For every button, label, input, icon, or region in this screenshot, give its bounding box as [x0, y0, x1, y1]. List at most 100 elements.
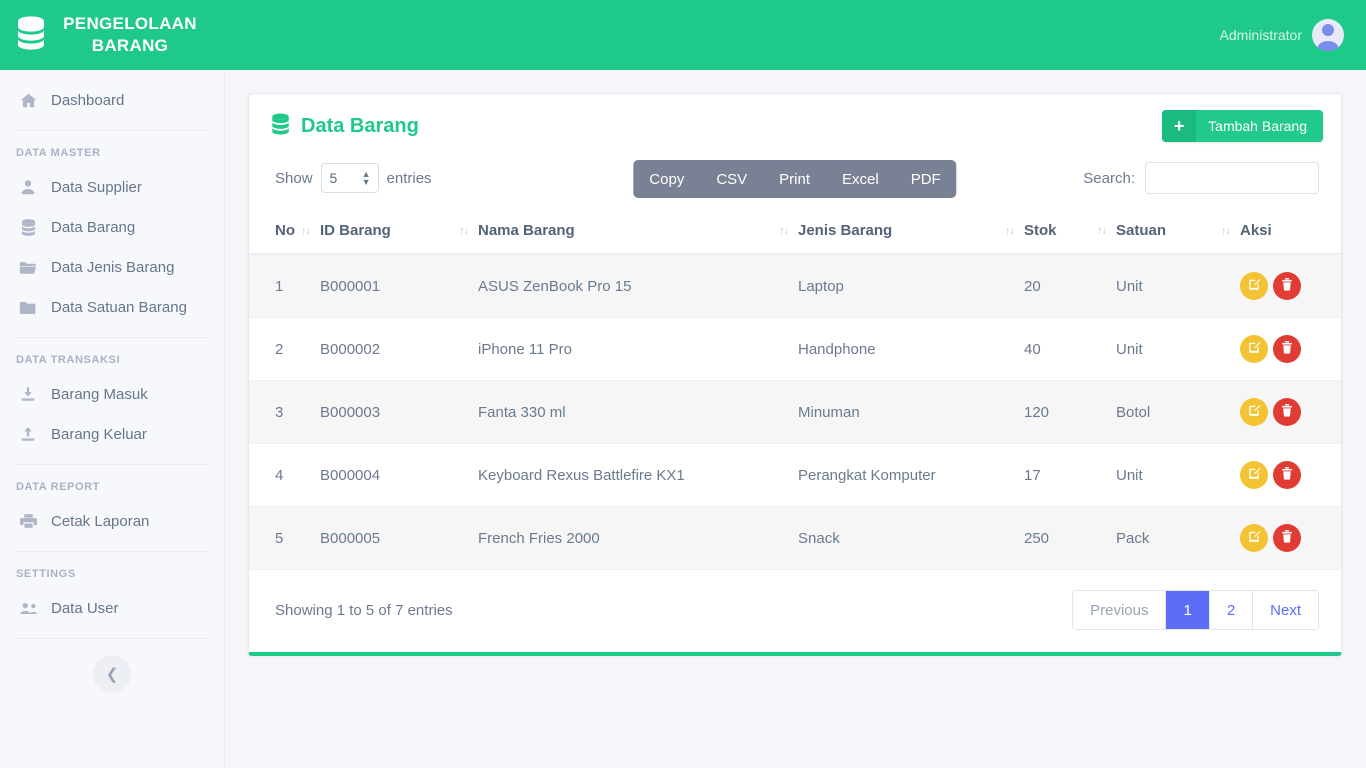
sort-updown-icon: ↑↓	[1005, 224, 1015, 237]
delete-row-button[interactable]	[1273, 461, 1301, 489]
cell-no: 3	[249, 380, 320, 444]
edit-pencil-icon	[1248, 467, 1261, 483]
edit-row-button[interactable]	[1240, 461, 1268, 489]
sidebar-item-label: Data Jenis Barang	[51, 258, 175, 276]
edit-row-button[interactable]	[1240, 524, 1268, 552]
cell-satuan: Pack	[1116, 506, 1240, 570]
page-length-control: Show 5 ▲ ▼ entries	[275, 163, 432, 193]
users-icon	[18, 601, 38, 616]
user-menu[interactable]: Administrator	[1220, 19, 1366, 51]
delete-row-button[interactable]	[1273, 335, 1301, 363]
pagination-next[interactable]: Next	[1253, 591, 1318, 629]
folder-icon	[18, 300, 38, 315]
cell-stok: 17	[1024, 443, 1116, 507]
cell-no: 1	[249, 254, 320, 318]
user-avatar-icon[interactable]	[1312, 19, 1344, 51]
cell-nama-barang: Fanta 330 ml	[478, 380, 798, 444]
sidebar-heading-settings: SETTINGS	[16, 568, 76, 580]
edit-row-button[interactable]	[1240, 398, 1268, 426]
open-folder-icon	[18, 260, 38, 275]
cell-satuan: Unit	[1116, 443, 1240, 507]
sidebar-collapse-button[interactable]: ❮	[93, 655, 131, 693]
sidebar-item-label: Barang Masuk	[51, 385, 148, 403]
database-icon	[271, 112, 290, 140]
delete-row-button[interactable]	[1273, 524, 1301, 552]
brand-title-line2: BARANG	[91, 36, 169, 55]
edit-pencil-icon	[1248, 530, 1261, 546]
sidebar-item-barang-masuk[interactable]: Barang Masuk	[0, 374, 224, 414]
sort-updown-icon: ↑↓	[459, 224, 469, 237]
brand-logo[interactable]: PENGELOLAAN BARANG	[0, 13, 225, 57]
entries-label: entries	[386, 169, 432, 187]
edit-pencil-icon	[1248, 404, 1261, 420]
cell-no: 5	[249, 506, 320, 570]
table-row: 1 B000001 ASUS ZenBook Pro 15 Laptop 20 …	[249, 254, 1341, 318]
cell-id-barang: B000002	[320, 317, 478, 381]
cell-stok: 40	[1024, 317, 1116, 381]
pagination-previous[interactable]: Previous	[1073, 591, 1167, 629]
column-header-satuan[interactable]: Satuan ↑↓	[1116, 208, 1240, 255]
column-header-id-barang[interactable]: ID Barang ↑↓	[320, 208, 478, 255]
sidebar-item-data-user[interactable]: Data User	[0, 588, 224, 628]
column-header-no[interactable]: No ↑↓	[249, 208, 320, 255]
edit-row-button[interactable]	[1240, 272, 1268, 300]
cell-id-barang: B000005	[320, 506, 478, 570]
pdf-button[interactable]: PDF	[895, 160, 957, 198]
column-header-stok[interactable]: Stok ↑↓	[1024, 208, 1116, 255]
table-row: 5 B000005 French Fries 2000 Snack 250 Pa…	[249, 506, 1341, 570]
sidebar-item-cetak-laporan[interactable]: Cetak Laporan	[0, 501, 224, 541]
table-row: 3 B000003 Fanta 330 ml Minuman 120 Botol	[249, 380, 1341, 444]
cell-stok: 120	[1024, 380, 1116, 444]
pagination-page-2[interactable]: 2	[1209, 591, 1254, 629]
cell-no: 4	[249, 443, 320, 507]
main-content-area: Data Barang + Tambah Barang Show 5 ▲ ▼ en…	[225, 70, 1366, 768]
sidebar-heading-data-report: DATA REPORT	[16, 481, 101, 493]
card-title-group: Data Barang	[271, 112, 419, 140]
table-header-row: No ↑↓ ID Barang ↑↓ Nama Barang ↑↓ Jenis Bar…	[249, 208, 1341, 255]
sidebar-item-label: Data Barang	[51, 218, 136, 236]
cell-id-barang: B000001	[320, 254, 478, 318]
sidebar-item-data-satuan-barang[interactable]: Data Satuan Barang	[0, 287, 224, 327]
search-input[interactable]	[1145, 162, 1319, 194]
column-header-nama-barang[interactable]: Nama Barang ↑↓	[478, 208, 798, 255]
cell-satuan: Unit	[1116, 254, 1240, 318]
printer-icon	[18, 513, 38, 529]
cell-id-barang: B000003	[320, 380, 478, 444]
print-button[interactable]: Print	[763, 160, 826, 198]
edit-row-button[interactable]	[1240, 335, 1268, 363]
sidebar-item-data-jenis-barang[interactable]: Data Jenis Barang	[0, 247, 224, 287]
cell-jenis-barang: Handphone	[798, 317, 1024, 381]
page-length-select[interactable]: 5	[320, 163, 379, 193]
plus-icon: +	[1162, 110, 1197, 142]
table-body: 1 B000001 ASUS ZenBook Pro 15 Laptop 20 …	[249, 254, 1341, 570]
entries-info-label: Showing 1 to 5 of 7 entries	[275, 601, 453, 619]
cell-nama-barang: iPhone 11 Pro	[478, 317, 798, 381]
table-footer: Showing 1 to 5 of 7 entries Previous 1 2…	[249, 570, 1341, 652]
table-row: 2 B000002 iPhone 11 Pro Handphone 40 Uni…	[249, 317, 1341, 381]
add-barang-button-label: Tambah Barang	[1208, 118, 1307, 134]
trash-icon	[1281, 467, 1293, 483]
sidebar-item-barang-keluar[interactable]: Barang Keluar	[0, 414, 224, 454]
cell-stok: 250	[1024, 506, 1116, 570]
home-icon	[18, 92, 38, 109]
cell-jenis-barang: Minuman	[798, 380, 1024, 444]
cell-nama-barang: Keyboard Rexus Battlefire KX1	[478, 443, 798, 507]
delete-row-button[interactable]	[1273, 272, 1301, 300]
cell-jenis-barang: Perangkat Komputer	[798, 443, 1024, 507]
sidebar-item-label: Data Satuan Barang	[51, 298, 187, 316]
page-title: Data Barang	[301, 114, 419, 137]
csv-button[interactable]: CSV	[700, 160, 763, 198]
sidebar-item-data-barang[interactable]: Data Barang	[0, 207, 224, 247]
pagination-page-1[interactable]: 1	[1166, 591, 1210, 629]
cell-stok: 20	[1024, 254, 1116, 318]
excel-button[interactable]: Excel	[826, 160, 895, 198]
add-barang-button[interactable]: + Tambah Barang	[1162, 110, 1323, 142]
sidebar-heading-data-transaksi: DATA TRANSAKSI	[16, 354, 121, 366]
delete-row-button[interactable]	[1273, 398, 1301, 426]
sidebar-divider	[14, 464, 210, 465]
sidebar-item-dashboard[interactable]: Dashboard	[0, 80, 224, 120]
sidebar-item-data-supplier[interactable]: Data Supplier	[0, 167, 224, 207]
column-header-jenis-barang[interactable]: Jenis Barang ↑↓	[798, 208, 1024, 255]
copy-button[interactable]: Copy	[633, 160, 700, 198]
cell-aksi	[1240, 380, 1341, 444]
